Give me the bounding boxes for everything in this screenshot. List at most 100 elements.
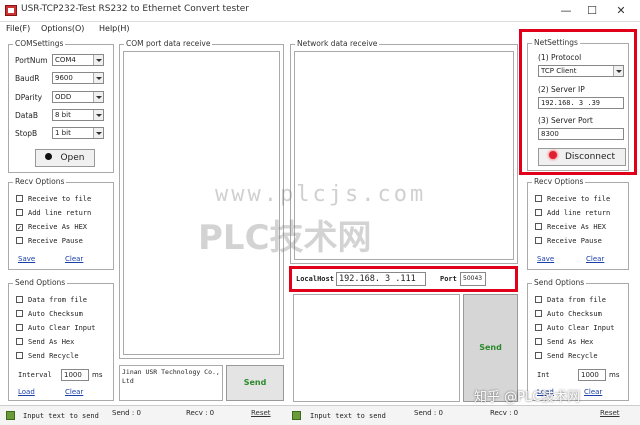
left-send-clear-link[interactable]: Clear	[65, 388, 83, 396]
title-bar: USR-TCP232-Test RS232 to Ethernet Conver…	[0, 0, 640, 22]
right-add-line-return-checkbox[interactable]: Add line return	[535, 209, 610, 217]
parity-select[interactable]: ODD	[52, 91, 104, 103]
net-settings-highlight	[519, 29, 637, 175]
left-auto-checksum-checkbox[interactable]: Auto Checksum	[16, 310, 83, 318]
com-receive-title: COM port data receive	[124, 39, 213, 48]
left-data-from-file-checkbox[interactable]: Data from file	[16, 296, 87, 304]
maximize-button[interactable]: ☐	[581, 2, 603, 20]
menu-help[interactable]: Help(H)	[99, 24, 130, 33]
window-title: USR-TCP232-Test RS232 to Ethernet Conver…	[21, 4, 249, 14]
baud-value: 9600	[55, 74, 73, 82]
baud-select[interactable]: 9600	[52, 72, 104, 84]
left-recv-to-file-checkbox[interactable]: Receive to file	[16, 195, 91, 203]
left-add-line-return-checkbox[interactable]: Add line return	[16, 209, 91, 217]
left-auto-clear-input-checkbox[interactable]: Auto Clear Input	[16, 324, 95, 332]
right-interval-unit: ms	[609, 371, 620, 379]
net-send-button[interactable]: Send	[463, 294, 518, 402]
net-send-input[interactable]	[293, 294, 460, 402]
checkbox-label: Receive As HEX	[547, 223, 607, 231]
left-send-options-group: Send Options Data from file Auto Checksu…	[8, 278, 114, 401]
checkbox-icon	[535, 352, 542, 359]
send-status-icon	[292, 411, 301, 420]
right-recv-hex-checkbox[interactable]: Receive As HEX	[535, 223, 606, 231]
checkmark-icon: ✓	[16, 224, 23, 232]
right-recv-to-file-checkbox[interactable]: Receive to file	[535, 195, 610, 203]
databits-value: 8 bit	[55, 111, 71, 119]
net-receive-group: Network data receive	[290, 39, 518, 264]
checkbox-icon	[16, 310, 23, 317]
com-receive-area[interactable]	[123, 51, 280, 355]
checkbox-label: Auto Checksum	[547, 310, 602, 318]
parity-label: DParity	[15, 93, 43, 102]
left-interval-unit: ms	[92, 371, 103, 379]
com-send-input[interactable]: Jinan USR Technology Co., Ltd	[119, 365, 223, 401]
checkbox-icon	[16, 352, 23, 359]
right-send-recycle-checkbox[interactable]: Send Recycle	[535, 352, 598, 360]
stopbits-select[interactable]: 1 bit	[52, 127, 104, 139]
chevron-down-icon	[93, 55, 103, 65]
right-load-link[interactable]: Load	[537, 388, 554, 396]
right-interval-value: 1000	[581, 371, 599, 379]
send-status-icon	[6, 411, 15, 420]
right-recv-options-group: Recv Options Receive to file Add line re…	[527, 177, 629, 270]
menu-options[interactable]: Options(O)	[41, 24, 84, 33]
left-reset-link[interactable]: Reset	[251, 409, 271, 417]
port-value: COM4	[55, 56, 76, 64]
right-data-from-file-checkbox[interactable]: Data from file	[535, 296, 606, 304]
right-interval-label: Int	[537, 371, 550, 379]
left-recv-clear-link[interactable]: Clear	[65, 255, 83, 263]
checkbox-label: Receive Pause	[547, 237, 602, 245]
left-input-hint: Input text to send	[23, 412, 99, 420]
stopbits-label: StopB	[15, 129, 38, 138]
close-button[interactable]: ✕	[610, 2, 632, 20]
checkbox-label: Receive to file	[547, 195, 611, 203]
databits-label: DataB	[15, 111, 39, 120]
right-recv-options-title: Recv Options	[532, 177, 586, 186]
left-load-link[interactable]: Load	[18, 388, 35, 396]
net-receive-title: Network data receive	[295, 39, 380, 48]
right-auto-clear-input-checkbox[interactable]: Auto Clear Input	[535, 324, 614, 332]
open-button[interactable]: Open	[35, 149, 95, 167]
baud-label: BaudR	[15, 74, 40, 83]
port-select[interactable]: COM4	[52, 54, 104, 66]
right-recv-count: Recv : 0	[490, 409, 519, 417]
left-interval-input[interactable]: 1000	[61, 369, 89, 381]
checkbox-label: Auto Clear Input	[547, 324, 615, 332]
minimize-button[interactable]: —	[555, 2, 577, 20]
checkbox-icon	[535, 296, 542, 303]
left-send-recycle-checkbox[interactable]: Send Recycle	[16, 352, 79, 360]
parity-value: ODD	[55, 93, 72, 101]
right-recv-pause-checkbox[interactable]: Receive Pause	[535, 237, 602, 245]
left-send-as-hex-checkbox[interactable]: Send As Hex	[16, 338, 74, 346]
right-send-as-hex-checkbox[interactable]: Send As Hex	[535, 338, 593, 346]
checkbox-label: Receive As HEX	[28, 223, 88, 231]
checkbox-icon	[535, 223, 542, 230]
checkbox-icon	[16, 195, 23, 202]
checkbox-icon	[535, 310, 542, 317]
left-recv-hex-checkbox[interactable]: ✓ Receive As HEX	[16, 223, 88, 232]
com-settings-group: COMSettings PortNum COM4 BaudR 9600 DPar…	[8, 39, 114, 173]
right-recv-save-link[interactable]: Save	[537, 255, 554, 263]
right-input-hint: Input text to send	[310, 412, 386, 420]
checkbox-icon	[16, 209, 23, 216]
checkbox-icon	[16, 237, 23, 244]
checkbox-label: Receive Pause	[28, 237, 83, 245]
databits-select[interactable]: 8 bit	[52, 109, 104, 121]
checkbox-label: Receive to file	[28, 195, 92, 203]
checkbox-icon	[535, 195, 542, 202]
left-recv-options-title: Recv Options	[13, 177, 67, 186]
left-recv-save-link[interactable]: Save	[18, 255, 35, 263]
menu-file[interactable]: File(F)	[6, 24, 30, 33]
checkbox-label: Send Recycle	[28, 352, 79, 360]
right-send-clear-link[interactable]: Clear	[584, 388, 602, 396]
right-recv-clear-link[interactable]: Clear	[586, 255, 604, 263]
left-recv-pause-checkbox[interactable]: Receive Pause	[16, 237, 83, 245]
checkbox-icon	[535, 209, 542, 216]
net-receive-area[interactable]	[294, 51, 514, 260]
right-reset-link[interactable]: Reset	[600, 409, 620, 417]
checkbox-icon	[535, 237, 542, 244]
checkbox-label: Send As Hex	[28, 338, 75, 346]
com-send-button[interactable]: Send	[226, 365, 284, 401]
right-interval-input[interactable]: 1000	[578, 369, 606, 381]
right-auto-checksum-checkbox[interactable]: Auto Checksum	[535, 310, 602, 318]
